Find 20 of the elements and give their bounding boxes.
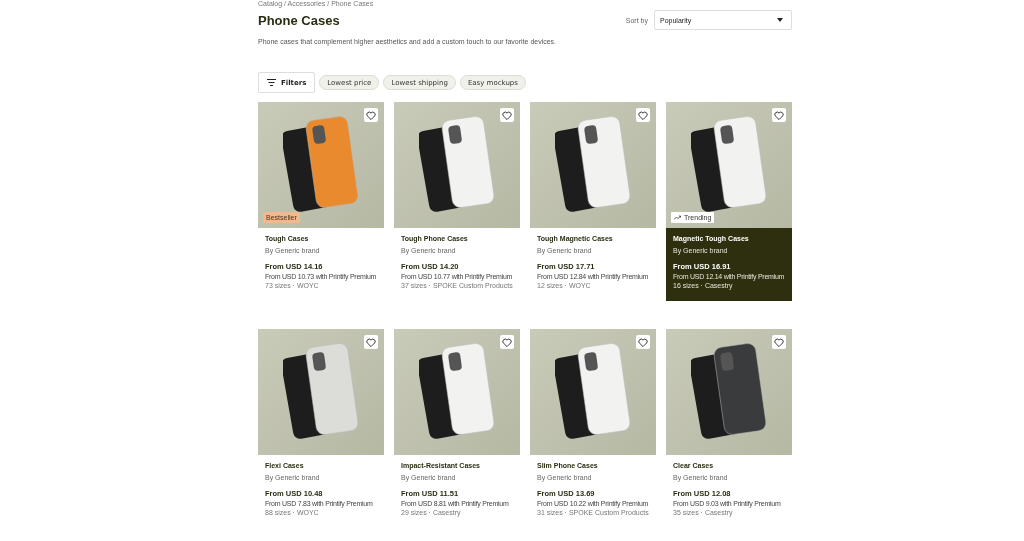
favorite-button[interactable] <box>500 108 514 122</box>
favorite-button[interactable] <box>636 335 650 349</box>
heart-icon <box>502 110 512 120</box>
favorite-button[interactable] <box>772 108 786 122</box>
caret-icon <box>777 18 783 22</box>
favorite-button[interactable] <box>364 108 378 122</box>
page-title: Phone Cases <box>258 12 340 28</box>
heart-icon <box>774 110 784 120</box>
heart-icon <box>366 110 376 120</box>
favorite-button[interactable] <box>364 335 378 349</box>
heart-icon <box>638 110 648 120</box>
heart-icon <box>638 337 648 347</box>
favorite-button[interactable] <box>772 335 786 349</box>
trend-icon <box>674 215 681 220</box>
heart-icon <box>774 337 784 347</box>
heart-icon <box>366 337 376 347</box>
heart-icon <box>502 337 512 347</box>
favorite-button[interactable] <box>636 108 650 122</box>
favorite-button[interactable] <box>500 335 514 349</box>
filter-icon <box>267 79 276 86</box>
